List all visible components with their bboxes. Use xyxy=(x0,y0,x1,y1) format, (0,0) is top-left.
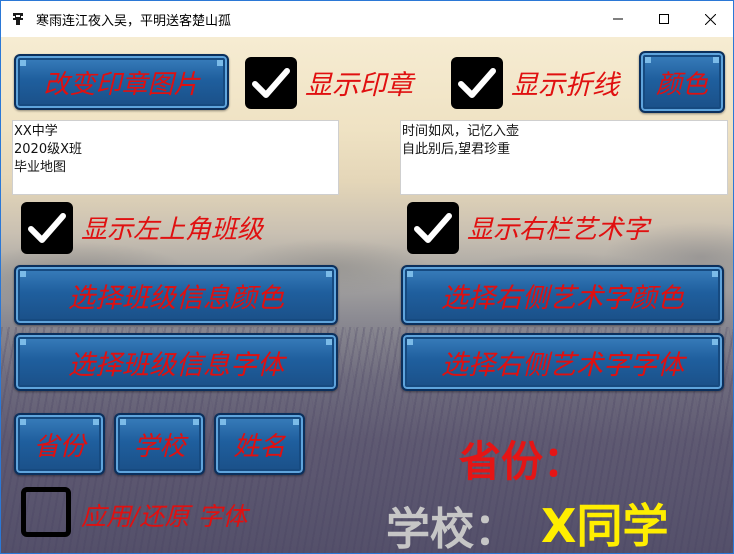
preview-student-text: X同学 xyxy=(541,499,669,553)
class-info-font-label: 选择班级信息字体 xyxy=(68,349,284,381)
class-info-color-button[interactable]: 选择班级信息颜色 xyxy=(14,265,338,325)
class-info-line: XX中学 xyxy=(14,124,58,139)
right-art-font-button[interactable]: 选择右侧艺术字字体 xyxy=(401,333,724,391)
class-info-line: 2020级X班 xyxy=(14,142,82,157)
province-button-label: 省份 xyxy=(33,431,86,462)
art-text-line: 自此别后,望君珍重 xyxy=(402,142,511,157)
main-panel: 改变印章图片 显示印章 显示折线 颜色 XX中学 2020级X班 毕业地图 时间… xyxy=(1,37,733,554)
class-info-font-button[interactable]: 选择班级信息字体 xyxy=(14,333,338,391)
art-text-line: 时间如风，记忆入壶 xyxy=(402,124,520,139)
class-info-color-label: 选择班级信息颜色 xyxy=(68,282,284,314)
show-seal-checkbox[interactable] xyxy=(245,57,297,109)
app-logo-icon xyxy=(10,11,26,27)
name-button[interactable]: 姓名 xyxy=(214,413,305,475)
province-button[interactable]: 省份 xyxy=(14,413,105,475)
maximize-icon xyxy=(659,14,669,24)
right-art-color-label: 选择右侧艺术字颜色 xyxy=(441,282,684,314)
app-window: 寒雨连江夜入吴，平明送客楚山孤 改变印章图片 显示印章 显示折线 颜色 XX中学… xyxy=(0,0,734,554)
art-text-textbox[interactable]: 时间如风，记忆入壶 自此别后,望君珍重 xyxy=(400,120,728,195)
show-right-art-text-checkbox[interactable] xyxy=(407,202,459,254)
name-button-label: 姓名 xyxy=(233,431,286,462)
right-art-color-button[interactable]: 选择右侧艺术字颜色 xyxy=(401,265,724,325)
minimize-button[interactable] xyxy=(595,1,641,37)
show-seal-label: 显示印章 xyxy=(305,70,413,101)
school-button[interactable]: 学校 xyxy=(114,413,205,475)
checkmark-icon xyxy=(252,68,290,98)
class-info-line: 毕业地图 xyxy=(14,160,67,175)
change-seal-image-button[interactable]: 改变印章图片 xyxy=(14,54,229,110)
right-art-font-label: 选择右侧艺术字字体 xyxy=(441,349,684,381)
checkmark-icon xyxy=(458,68,496,98)
color-button-label: 颜色 xyxy=(655,69,708,100)
school-button-label: 学校 xyxy=(133,431,186,462)
close-icon xyxy=(704,13,716,25)
title-bar: 寒雨连江夜入吴，平明送客楚山孤 xyxy=(1,1,733,37)
checkmark-icon xyxy=(28,213,66,243)
show-top-left-class-label: 显示左上角班级 xyxy=(81,215,264,245)
maximize-button[interactable] xyxy=(641,1,687,37)
color-button[interactable]: 颜色 xyxy=(639,51,725,113)
show-right-art-text-label: 显示右栏艺术字 xyxy=(467,215,650,245)
close-button[interactable] xyxy=(687,1,733,37)
minimize-icon xyxy=(613,18,623,20)
apply-font-checkbox[interactable] xyxy=(21,487,71,537)
show-polyline-label: 显示折线 xyxy=(511,70,619,101)
apply-font-label: 应用/还原 字体 xyxy=(81,502,248,531)
show-polyline-checkbox[interactable] xyxy=(451,57,503,109)
preview-school-text: 学校： xyxy=(386,504,518,554)
change-seal-image-label: 改变印章图片 xyxy=(43,69,200,100)
class-info-textbox[interactable]: XX中学 2020级X班 毕业地图 xyxy=(12,120,339,195)
show-top-left-class-checkbox[interactable] xyxy=(21,202,73,254)
preview-province-text: 省份： xyxy=(459,437,586,486)
window-title: 寒雨连江夜入吴，平明送客楚山孤 xyxy=(36,14,232,29)
checkmark-icon xyxy=(414,213,452,243)
